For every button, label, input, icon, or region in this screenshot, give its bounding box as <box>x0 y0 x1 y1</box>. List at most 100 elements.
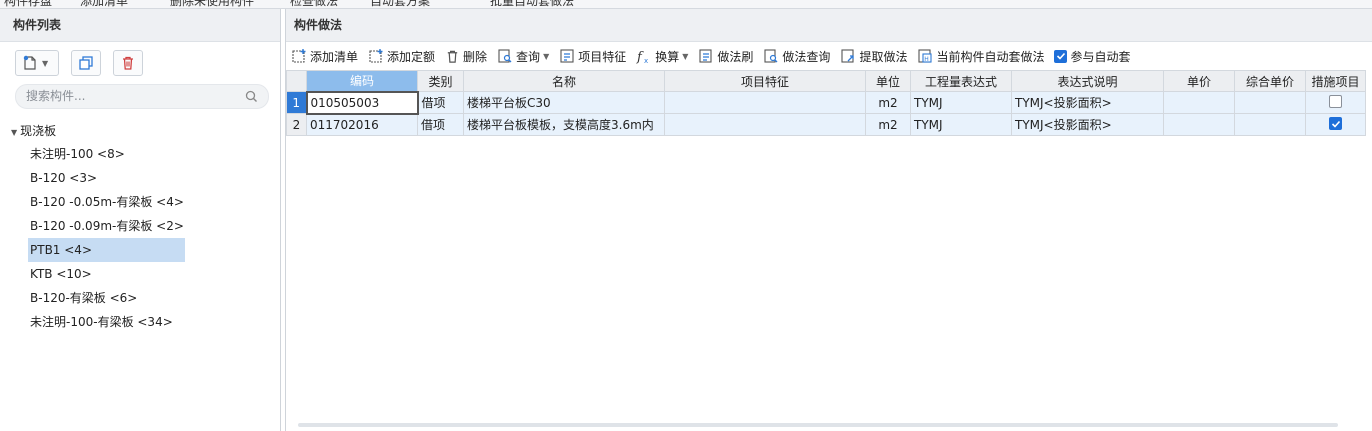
component-method-panel: 构件做法 添加清单 添加定额 删除 查询 ▼ 项目特征 fx 换算 ▼ 做法刷 … <box>285 9 1372 431</box>
search-placeholder: 搜索构件... <box>26 89 86 103</box>
new-file-icon <box>23 55 36 70</box>
component-list-panel: 构件列表 ▼ 搜索构件... ▼ 现浇板 未注明-100 <8> B-120 <3… <box>0 9 281 431</box>
cell-code[interactable]: 011702016 <box>306 113 418 136</box>
auto-apply-icon: H <box>918 49 933 63</box>
component-tree: ▼ 现浇板 未注明-100 <8> B-120 <3> B-120 -0.05m-… <box>0 120 280 334</box>
cell-unit[interactable]: m2 <box>865 113 911 136</box>
cell-code[interactable]: 010505003 <box>305 90 419 115</box>
cell-feature[interactable] <box>664 113 866 136</box>
row-number[interactable]: 2 <box>286 113 307 136</box>
cell-expression-desc[interactable]: TYMJ<投影面积> <box>1011 91 1164 114</box>
trash-icon <box>123 56 133 70</box>
add-quota-button[interactable]: 添加定额 <box>363 48 440 65</box>
new-component-button[interactable]: ▼ <box>15 50 59 76</box>
component-list-toolbar: ▼ <box>15 50 143 76</box>
delete-component-button[interactable] <box>113 50 143 76</box>
cell-unit[interactable]: m2 <box>865 91 911 114</box>
query-icon <box>498 49 512 63</box>
table-header-row: 编码 类别 名称 项目特征 单位 工程量表达式 表达式说明 单价 综合单价 措施… <box>286 70 1366 92</box>
participate-auto-toggle[interactable]: 参与自动套 <box>1049 48 1135 65</box>
tree-item-selected[interactable]: PTB1 <4> <box>28 238 185 262</box>
table-row[interactable]: 2 011702016 借项 楼梯平台板模板，支模高度3.6m内 m2 TYMJ… <box>286 113 1366 136</box>
cell-type[interactable]: 借项 <box>417 113 464 136</box>
svg-text:f: f <box>636 50 644 64</box>
column-header-code[interactable]: 编码 <box>306 70 418 92</box>
tree-item[interactable]: KTB <10> <box>0 262 280 286</box>
component-search-input[interactable]: 搜索构件... <box>15 84 269 109</box>
chevron-down-icon[interactable]: ▼ <box>543 52 549 61</box>
participate-auto-checkbox[interactable] <box>1054 49 1068 63</box>
item-feature-button[interactable]: 项目特征 <box>554 48 631 65</box>
top-strip-item[interactable]: 检查做法 <box>290 0 338 8</box>
search-icon <box>245 90 257 102</box>
cell-total-price[interactable] <box>1234 113 1306 136</box>
component-list-title: 构件列表 <box>0 9 280 42</box>
chevron-down-icon[interactable]: ▼ <box>682 52 688 61</box>
method-query-label: 做法查询 <box>782 49 831 64</box>
cell-name[interactable]: 楼梯平台板模板，支模高度3.6m内 <box>463 113 665 136</box>
query-label: 查询 <box>516 49 541 64</box>
cell-price[interactable] <box>1163 113 1235 136</box>
tree-root-node[interactable]: ▼ 现浇板 <box>0 120 280 142</box>
tree-item[interactable]: 未注明-100 <8> <box>0 142 280 166</box>
horizontal-scrollbar[interactable] <box>298 423 1338 427</box>
top-strip-item[interactable]: 删除未使用构件 <box>170 0 254 8</box>
measure-checkbox[interactable] <box>1329 117 1342 131</box>
cell-measure[interactable] <box>1305 91 1366 114</box>
add-list-button[interactable]: 添加清单 <box>286 48 363 65</box>
extract-icon <box>841 49 855 63</box>
cell-name[interactable]: 楼梯平台板C30 <box>463 91 665 114</box>
add-quota-icon <box>369 49 383 63</box>
extract-method-button[interactable]: 提取做法 <box>835 48 912 65</box>
method-brush-label: 做法刷 <box>717 49 754 64</box>
copy-component-button[interactable] <box>71 50 101 76</box>
column-header-expression[interactable]: 工程量表达式 <box>910 70 1012 92</box>
svg-text:H: H <box>925 56 930 63</box>
tree-item[interactable]: B-120 <3> <box>0 166 280 190</box>
method-query-button[interactable]: 做法查询 <box>758 48 835 65</box>
top-strip-item[interactable]: 构件存盘 <box>4 0 52 8</box>
row-number-header <box>286 70 307 92</box>
copy-icon <box>79 56 93 70</box>
column-header-measure[interactable]: 措施项目 <box>1305 70 1366 92</box>
column-header-type[interactable]: 类别 <box>417 70 464 92</box>
top-strip-item[interactable]: 添加清单 <box>80 0 128 8</box>
query-button[interactable]: 查询 ▼ <box>492 48 554 65</box>
cell-price[interactable] <box>1163 91 1235 114</box>
column-header-feature[interactable]: 项目特征 <box>664 70 866 92</box>
extract-method-label: 提取做法 <box>859 49 908 64</box>
cell-expression-desc[interactable]: TYMJ<投影面积> <box>1011 113 1164 136</box>
measure-checkbox[interactable] <box>1329 94 1342 108</box>
column-header-total-price[interactable]: 综合单价 <box>1234 70 1306 92</box>
cell-total-price[interactable] <box>1234 91 1306 114</box>
cell-expression[interactable]: TYMJ <box>910 91 1012 114</box>
cell-feature[interactable] <box>664 91 866 114</box>
tree-item[interactable]: 未注明-100-有梁板 <34> <box>0 310 280 334</box>
auto-apply-current-button[interactable]: H 当前构件自动套做法 <box>912 48 1049 65</box>
tree-item[interactable]: B-120-有梁板 <6> <box>0 286 280 310</box>
tree-item[interactable]: B-120 -0.09m-有梁板 <2> <box>0 214 280 238</box>
column-header-price[interactable]: 单价 <box>1163 70 1235 92</box>
tree-root-label: 现浇板 <box>20 124 57 138</box>
svg-text:x: x <box>644 57 648 64</box>
column-header-name[interactable]: 名称 <box>463 70 665 92</box>
convert-button[interactable]: fx 换算 ▼ <box>631 48 693 65</box>
table-row[interactable]: 1 010505003 借项 楼梯平台板C30 m2 TYMJ TYMJ<投影面… <box>286 90 1366 115</box>
chevron-down-icon[interactable]: ▼ <box>42 59 48 68</box>
expand-triangle-icon[interactable]: ▼ <box>11 128 17 137</box>
tree-item[interactable]: B-120 -0.05m-有梁板 <4> <box>0 190 280 214</box>
cell-measure[interactable] <box>1305 113 1366 136</box>
item-feature-icon <box>560 49 574 63</box>
column-header-unit[interactable]: 单位 <box>865 70 911 92</box>
delete-button[interactable]: 删除 <box>440 48 492 65</box>
column-header-expression-desc[interactable]: 表达式说明 <box>1011 70 1164 92</box>
method-brush-button[interactable]: 做法刷 <box>693 48 758 65</box>
row-number[interactable]: 1 <box>286 91 307 114</box>
top-strip-item[interactable]: 批量自动套做法 <box>490 0 574 8</box>
method-toolbar: 添加清单 添加定额 删除 查询 ▼ 项目特征 fx 换算 ▼ 做法刷 做法查询 … <box>286 45 1135 67</box>
top-strip-item[interactable]: 自动套方案 <box>370 0 430 8</box>
cell-expression[interactable]: TYMJ <box>910 113 1012 136</box>
add-list-icon <box>292 49 306 63</box>
cell-type[interactable]: 借项 <box>417 91 464 114</box>
delete-label: 删除 <box>463 49 488 64</box>
